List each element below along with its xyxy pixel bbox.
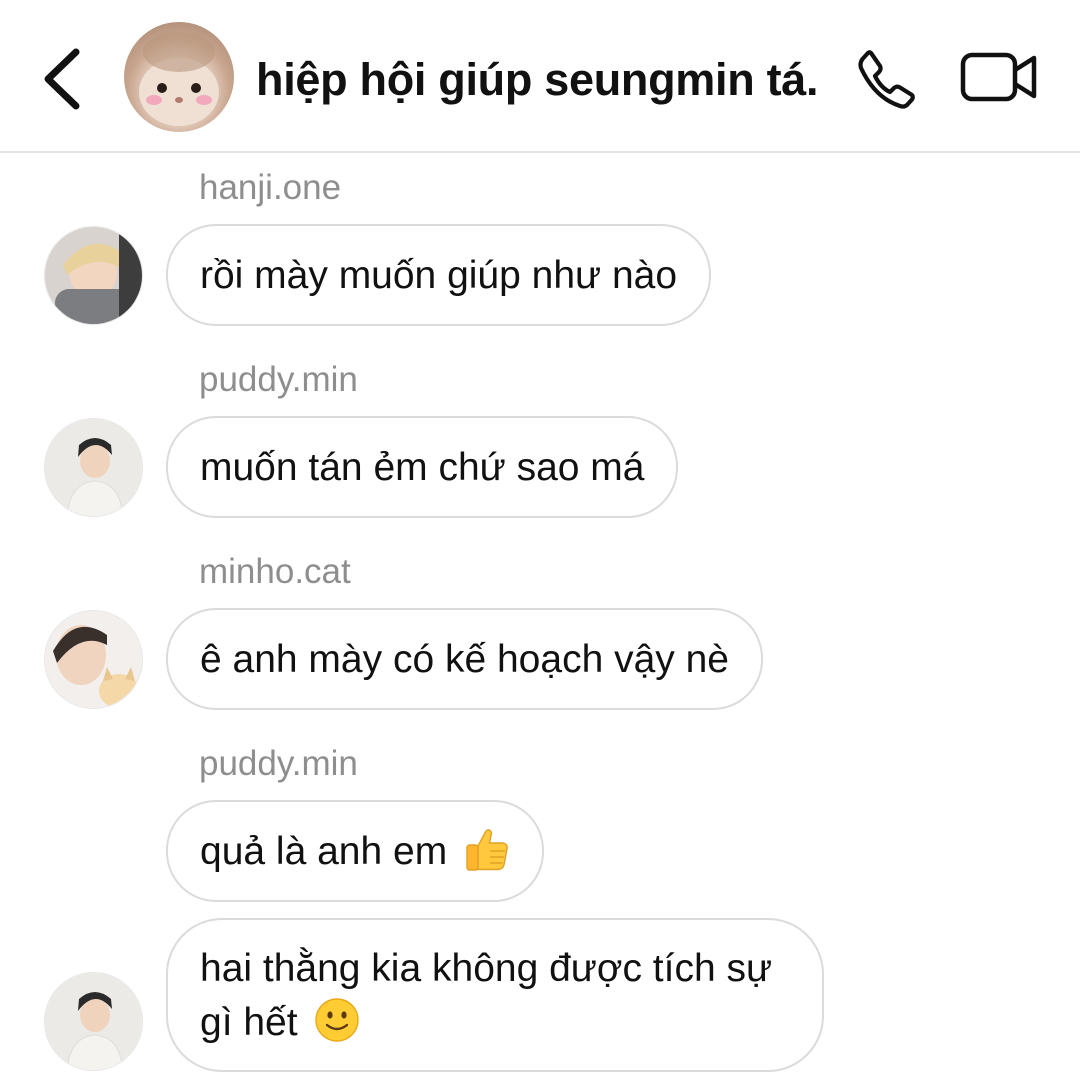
message-username[interactable]: hanji.one — [199, 168, 341, 208]
message-text-line-2-text: gì hết — [200, 1001, 298, 1044]
chat-header: hiệp hội giúp seungmin tá.. — [0, 0, 1080, 153]
message-username[interactable]: puddy.min — [199, 360, 358, 400]
message-bubble[interactable]: quả là anh em — [166, 800, 545, 902]
video-camera-icon[interactable] — [960, 50, 1038, 104]
group-avatar[interactable] — [124, 22, 234, 132]
avatar-puddy-min[interactable] — [44, 418, 143, 517]
message-username[interactable]: puddy.min — [199, 744, 358, 784]
avatar-minho-cat[interactable] — [44, 610, 143, 709]
message-text-line-2: gì hết — [200, 996, 790, 1050]
message-text-line-1: hai thằng kia không được tích sự — [200, 947, 773, 990]
avatar-puddy-min[interactable] — [44, 972, 143, 1071]
message-text: rồi mày muốn giúp như nào — [200, 254, 678, 297]
chat-title[interactable]: hiệp hội giúp seungmin tá.. — [256, 52, 816, 108]
message-username[interactable]: minho.cat — [199, 552, 351, 592]
message-text: quả là anh em — [200, 830, 448, 873]
chevron-left-icon[interactable] — [36, 44, 92, 114]
hamster-avatar-image — [139, 32, 219, 126]
message-bubble[interactable]: hai thằng kia không được tích sự gì hết — [166, 918, 824, 1072]
message-bubble[interactable]: rồi mày muốn giúp như nào — [166, 224, 712, 326]
message-bubble[interactable]: ê anh mày có kế hoạch vậy nè — [166, 608, 763, 710]
message-text: ê anh mày có kế hoạch vậy nè — [200, 638, 729, 681]
message-bubble[interactable]: muốn tán ẻm chứ sao má — [166, 416, 679, 518]
thumbs-up-icon — [466, 829, 508, 871]
phone-icon[interactable] — [855, 48, 917, 110]
avatar-hanji-one[interactable] — [44, 226, 143, 325]
slightly-smiling-face-icon — [315, 998, 360, 1042]
message-text: muốn tán ẻm chứ sao má — [200, 446, 645, 489]
